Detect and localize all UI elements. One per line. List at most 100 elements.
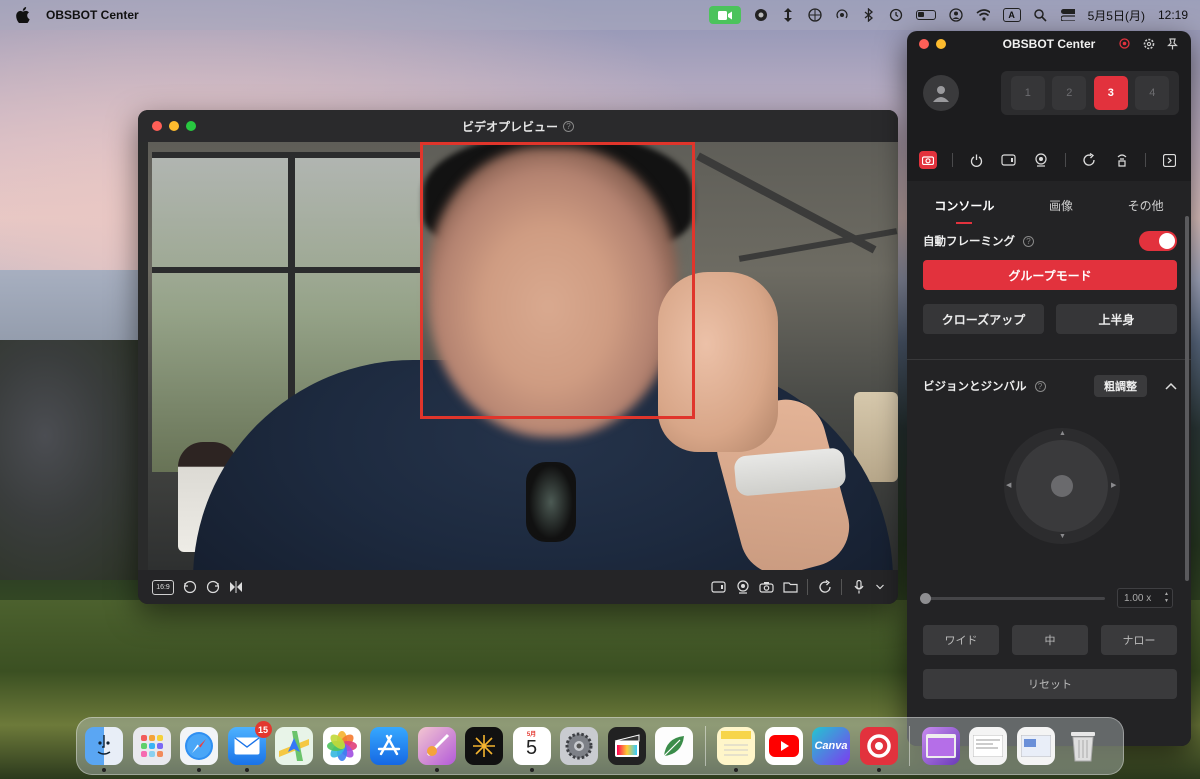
bluetooth-icon[interactable] (862, 8, 876, 22)
rotate-left-icon[interactable] (182, 580, 197, 595)
gimbal-joystick[interactable]: ▲ ▼ ◀ ▶ (1004, 428, 1120, 544)
canva-icon[interactable]: Canva (812, 727, 850, 765)
microphone-icon[interactable] (851, 580, 866, 595)
narrow-button[interactable]: ナロー (1101, 625, 1177, 655)
settings-gear-icon[interactable] (1142, 37, 1155, 50)
spotlight-search-icon[interactable] (1034, 8, 1048, 22)
panel-titlebar[interactable]: OBSBOT Center (907, 31, 1191, 57)
camera-status-icon[interactable] (708, 6, 741, 24)
menu-app-name[interactable]: OBSBOT Center (46, 8, 139, 22)
notes-icon[interactable] (717, 727, 755, 772)
zoom-slider-thumb[interactable] (920, 592, 931, 604)
running-indicator (197, 768, 201, 772)
youtube-icon[interactable] (764, 727, 803, 765)
chevron-up-icon[interactable] (1165, 380, 1177, 392)
mail-icon[interactable]: 15 (227, 721, 272, 772)
launchpad-icon[interactable] (132, 727, 171, 765)
obsbot-menu-icon[interactable] (754, 8, 768, 22)
maps-icon[interactable] (275, 727, 313, 765)
aspect-ratio-button[interactable]: 16:9 (152, 579, 174, 595)
arrow-down-icon[interactable]: ▼ (1059, 533, 1066, 540)
camera-mode-icon[interactable] (919, 151, 937, 169)
closeup-button[interactable]: クローズアップ (923, 304, 1044, 334)
medium-button[interactable]: 中 (1012, 625, 1088, 655)
wifi-icon[interactable] (976, 8, 990, 22)
close-button[interactable] (919, 39, 929, 49)
zoom-slider[interactable] (920, 592, 1105, 604)
app-store-icon[interactable] (370, 727, 408, 765)
grid-globe-icon[interactable] (807, 8, 822, 22)
group-mode-button[interactable]: グループモード (923, 260, 1177, 290)
tab-image[interactable]: 画像 (1043, 193, 1079, 218)
pin-icon[interactable] (1166, 37, 1179, 50)
preset-slot-1[interactable]: 1 (1010, 76, 1045, 110)
joystick-knob[interactable] (1051, 475, 1073, 497)
time-machine-icon[interactable] (889, 8, 903, 22)
wide-button[interactable]: ワイド (923, 625, 999, 655)
close-button[interactable] (152, 121, 162, 131)
record-icon[interactable] (711, 580, 726, 595)
zoom-button[interactable] (186, 121, 196, 131)
reset-view-icon[interactable] (817, 580, 832, 595)
help-icon[interactable]: ? (1023, 235, 1034, 247)
preset-slot-3[interactable]: 3 (1093, 76, 1128, 110)
avatar[interactable] (923, 75, 959, 111)
arrow-up-icon[interactable]: ▲ (1059, 430, 1066, 437)
zoom-value-field[interactable]: 1.00 x ▲ ▼ (1117, 588, 1173, 608)
screenshot-thumbnail-icon[interactable] (1016, 727, 1055, 765)
record-dot-icon[interactable] (1118, 37, 1131, 50)
help-icon[interactable]: ? (563, 120, 574, 132)
menubar-date[interactable]: 5月5日(月) (1088, 7, 1145, 24)
control-center-icon[interactable] (1060, 8, 1075, 22)
webcam-icon[interactable] (735, 580, 750, 595)
recent-window-thumbnail-icon[interactable] (921, 727, 960, 765)
preset-slot-2[interactable]: 2 (1052, 76, 1087, 110)
upper-body-button[interactable]: 上半身 (1056, 304, 1177, 334)
record-mode-icon[interactable] (1000, 151, 1018, 169)
tab-console[interactable]: コンソール (928, 193, 1000, 224)
webcam-mode-icon[interactable] (1032, 151, 1050, 169)
menubar-time[interactable]: 12:19 (1158, 8, 1188, 22)
battery-icon[interactable] (915, 10, 936, 20)
safari-icon[interactable] (180, 727, 218, 772)
arrow-right-icon[interactable]: ▶ (1111, 481, 1116, 489)
document-thumbnail-icon[interactable] (969, 727, 1007, 765)
calendar-icon[interactable]: 5月 5 (512, 727, 551, 772)
auto-framing-toggle[interactable] (1139, 231, 1177, 251)
obsbot-center-dock-icon[interactable] (859, 727, 898, 772)
minimize-button[interactable] (936, 39, 946, 49)
snapshot-camera-icon[interactable] (759, 580, 774, 595)
mirror-flip-icon[interactable] (228, 580, 243, 595)
input-source-icon[interactable]: A (1002, 8, 1021, 22)
expand-panel-icon[interactable] (1161, 151, 1179, 169)
system-settings-icon[interactable] (560, 727, 598, 765)
chevron-down-icon[interactable] (875, 580, 884, 595)
apple-menu-icon[interactable] (16, 7, 32, 24)
rotate-right-icon[interactable] (205, 580, 220, 595)
power-icon[interactable] (967, 151, 985, 169)
coarse-adjust-button[interactable]: 粗調整 (1094, 375, 1147, 397)
trash-icon[interactable] (1064, 727, 1102, 765)
arrow-left-icon[interactable]: ◀ (1006, 481, 1011, 489)
preview-titlebar[interactable]: ビデオプレビュー ? (138, 110, 898, 142)
spark-icon[interactable] (465, 727, 503, 765)
user-account-icon[interactable] (948, 8, 963, 22)
folder-icon[interactable] (783, 580, 798, 595)
tab-other[interactable]: その他 (1122, 193, 1170, 218)
vertical-arrows-icon[interactable] (781, 8, 795, 22)
gimbal-icon[interactable] (1113, 151, 1131, 169)
airdrop-icon[interactable] (835, 8, 849, 22)
pixelmator-icon[interactable] (417, 727, 456, 772)
help-icon[interactable]: ? (1034, 380, 1046, 392)
preset-slot-4[interactable]: 4 (1135, 76, 1170, 110)
photos-icon[interactable] (322, 727, 361, 765)
reset-button[interactable]: リセット (923, 669, 1177, 699)
leaf-app-icon[interactable] (655, 727, 693, 765)
refresh-icon[interactable] (1080, 151, 1098, 169)
finder-icon[interactable] (85, 727, 123, 772)
icon-bar-divider (1064, 153, 1066, 167)
minimize-button[interactable] (169, 121, 179, 131)
final-cut-icon[interactable] (607, 727, 646, 765)
zoom-stepper-icon[interactable]: ▲ ▼ (1164, 591, 1169, 605)
panel-scrollbar[interactable] (1185, 216, 1189, 581)
